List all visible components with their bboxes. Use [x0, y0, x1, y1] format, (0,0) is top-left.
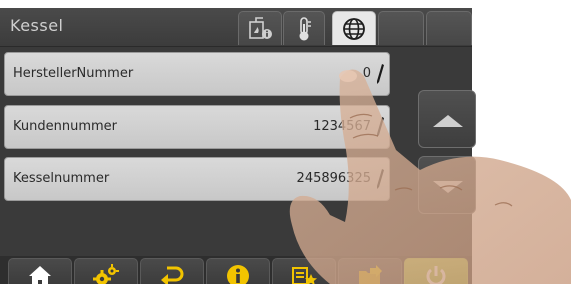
screen: Kessel HerstellerNummer 0 Kundennummer 1…	[0, 0, 571, 284]
pointing-hand-image	[289, 69, 571, 284]
